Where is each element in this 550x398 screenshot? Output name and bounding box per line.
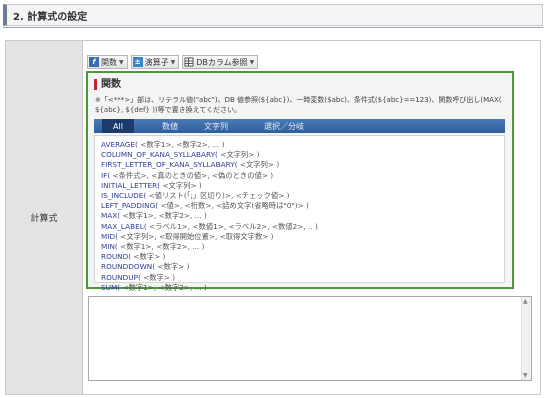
list-item[interactable]: IF( <条件式>, <真のときの値>, <偽のときの値> ) <box>101 171 504 181</box>
function-args: <数字> ) <box>131 252 166 262</box>
list-item[interactable]: ROUND( <数字> ) <box>101 252 504 262</box>
function-args: <値リスト(「;」区切り)>, <チェック値> ) <box>146 191 290 201</box>
function-args: <文字列> ) <box>217 150 260 160</box>
panel-description: ※「<***>」部は、リテラル値("abc")、DB 値参照(${abc})、一… <box>95 96 502 114</box>
list-item[interactable]: MAX( <数字1>, <数字2>, ... ) <box>101 211 504 221</box>
operator-icon: ± <box>132 57 143 67</box>
function-args: <ラベル1>, <数値1>, <ラベル2>, <数値2>, .. ) <box>146 221 318 231</box>
function-args: <数字1>, <数字2>, ... ) <box>120 282 207 292</box>
scroll-up-icon[interactable]: ▲ <box>523 298 528 305</box>
tab-branch[interactable]: 選択／分岐 <box>252 119 316 133</box>
section-header: 2. 計算式の設定 <box>3 4 543 26</box>
panel-title: 関数 <box>94 79 121 90</box>
function-name: INITIAL_LETTER( <box>101 180 161 190</box>
header-divider <box>3 27 543 28</box>
chevron-down-icon: ▼ <box>249 58 255 66</box>
list-item[interactable]: AVERAGE( <数字1>, <数字2>, ... ) <box>101 140 504 150</box>
function-list: AVERAGE( <数字1>, <数字2>, ... ) COLUMN_OF_K… <box>94 135 505 292</box>
function-args: <数字1>, <数字2>, ... ) <box>117 242 205 252</box>
list-item[interactable]: IS_INCLUDE( <値リスト(「;」区切り)>, <チェック値> ) <box>101 191 504 201</box>
function-tabs: All 数値 文字列 選択／分岐 <box>94 119 505 133</box>
tab-all[interactable]: All <box>102 119 134 133</box>
list-item[interactable]: ROUNDUP( <数字> ) <box>101 273 504 283</box>
db-column-button[interactable]: DBカラム参照 ▼ <box>182 55 259 69</box>
function-args: <数字> ) <box>155 262 190 272</box>
list-item[interactable]: SUM( <数字1>, <数字2>, ... ) <box>101 283 504 293</box>
row-label-text: 計算式 <box>30 214 58 224</box>
textarea-scrollbar[interactable]: ▲ ▼ <box>521 297 531 380</box>
tab-string[interactable]: 文字列 <box>192 119 240 133</box>
function-args: <文字列>, <取得開始位置>, <取得文字数> ) <box>117 231 274 241</box>
function-args: <値>, <桁数>, <詰め文字(省略時は"0")> ) <box>158 201 309 211</box>
operator-menu-button[interactable]: ± 演算子 ▼ <box>130 55 180 69</box>
function-name: LEFT_PADDING( <box>101 201 159 211</box>
scroll-down-icon[interactable]: ▼ <box>523 372 528 379</box>
function-args: <数字1>, <数字2>, ... ) <box>120 211 207 221</box>
list-item[interactable]: LEFT_PADDING( <値>, <桁数>, <詰め文字(省略時は"0")>… <box>101 201 504 211</box>
chevron-down-icon: ▼ <box>170 58 176 66</box>
function-menu-button[interactable]: f 関数 ▼ <box>87 55 128 69</box>
function-menu-label: 関数 <box>101 57 117 67</box>
function-panel: 関数 ※「<***>」部は、リテラル値("abc")、DB 値参照(${abc}… <box>86 71 514 292</box>
tab-number[interactable]: 数値 <box>146 119 194 133</box>
function-name: FIRST_LETTER_OF_KANA_SYLLABARY( <box>101 160 238 170</box>
function-args: <数字> ) <box>140 272 176 282</box>
list-item[interactable]: INITIAL_LETTER( <文字列> ) <box>101 181 504 191</box>
database-icon <box>184 57 194 67</box>
list-item[interactable]: MID( <文字列>, <取得開始位置>, <取得文字数> ) <box>101 232 504 242</box>
function-name: MAX( <box>101 211 121 221</box>
function-name: IS_INCLUDE( <box>101 191 147 201</box>
function-name: MID( <box>101 231 118 241</box>
function-name: ROUNDDOWN( <box>101 262 156 272</box>
formula-toolbar: f 関数 ▼ ± 演算子 ▼ DBカラム参照 ▼ <box>87 55 259 69</box>
function-args: <文字列> ) <box>160 180 202 190</box>
section-title: 2. 計算式の設定 <box>13 11 88 23</box>
function-args: <数字1>, <数字2>, ... ) <box>137 140 225 149</box>
chevron-down-icon: ▼ <box>119 58 124 66</box>
function-name: MIN( <box>101 242 118 252</box>
function-name: SUM( <box>101 282 121 292</box>
list-item[interactable]: FIRST_LETTER_OF_KANA_SYLLABARY( <文字列> ) <box>101 160 504 170</box>
formula-textarea[interactable]: ▲ ▼ <box>88 296 532 381</box>
function-name: ROUND( <box>101 252 132 262</box>
operator-menu-label: 演算子 <box>144 57 169 67</box>
list-item[interactable]: MAX_LABEL( <ラベル1>, <数値1>, <ラベル2>, <数値2>,… <box>101 222 504 232</box>
list-item[interactable]: MIN( <数字1>, <数字2>, ... ) <box>101 242 504 252</box>
function-name: IF( <box>101 170 111 180</box>
function-name: AVERAGE( <box>101 140 138 149</box>
list-item[interactable]: COLUMN_OF_KANA_SYLLABARY( <文字列> ) <box>101 150 504 160</box>
row-label: 計算式 <box>6 41 83 394</box>
function-name: ROUNDUP( <box>101 272 141 282</box>
function-args: <文字列> ) <box>237 160 280 170</box>
list-item[interactable]: ROUNDDOWN( <数字> ) <box>101 262 504 272</box>
function-args: <条件式>, <真のときの値>, <偽のときの値> ) <box>110 170 274 180</box>
function-icon: f <box>89 57 99 67</box>
db-column-label: DBカラム参照 <box>196 57 248 67</box>
function-name: COLUMN_OF_KANA_SYLLABARY( <box>101 150 218 160</box>
function-name: MAX_LABEL( <box>101 221 147 231</box>
